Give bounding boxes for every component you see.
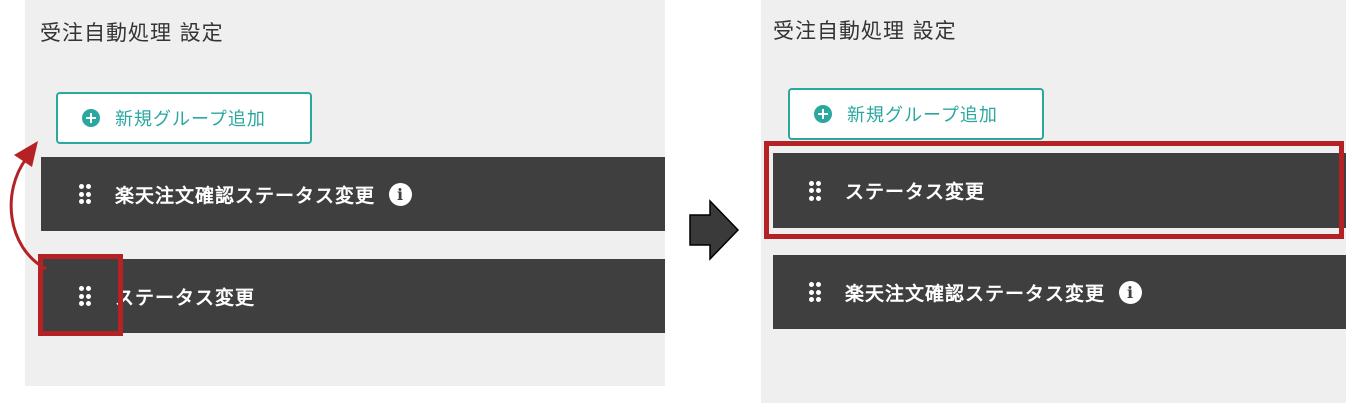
add-group-button[interactable]: 新規グループ追加 xyxy=(56,92,312,144)
group-label: ステータス変更 xyxy=(115,286,256,309)
group-label: 楽天注文確認ステータス変更 xyxy=(845,282,1106,305)
curved-arrow-icon xyxy=(9,141,47,271)
page-title: 受注自動処理 設定 xyxy=(773,19,957,43)
drag-handle-icon[interactable] xyxy=(809,180,821,201)
group-label: ステータス変更 xyxy=(845,181,986,203)
drag-handle-icon[interactable] xyxy=(809,282,821,302)
tutorial-canvas: 受注自動処理 設定 新規グループ追加 楽天注文確認ステータス変更 i ステータス… xyxy=(0,0,1346,403)
group-row-rakuten[interactable]: 楽天注文確認ステータス変更 i xyxy=(41,157,665,231)
add-group-button-label: 新規グループ追加 xyxy=(115,109,266,130)
settings-panel-after: 受注自動処理 設定 新規グループ追加 ステータス変更 楽天注文確認ステータス変更… xyxy=(761,0,1346,403)
info-icon[interactable]: i xyxy=(389,182,413,206)
plus-circle-icon xyxy=(814,105,832,123)
settings-panel-before: 受注自動処理 設定 新規グループ追加 楽天注文確認ステータス変更 i ステータス… xyxy=(25,0,665,386)
plus-circle-icon xyxy=(82,109,100,127)
drag-handle-icon[interactable] xyxy=(79,286,91,306)
group-row-status[interactable]: ステータス変更 xyxy=(773,153,1346,228)
add-group-button-label: 新規グループ追加 xyxy=(847,105,998,126)
right-arrow-icon xyxy=(689,199,740,261)
info-icon[interactable]: i xyxy=(1119,280,1143,304)
page-title: 受注自動処理 設定 xyxy=(40,21,224,45)
group-label: 楽天注文確認ステータス変更 xyxy=(115,184,376,207)
drag-handle-icon[interactable] xyxy=(79,184,91,204)
add-group-button[interactable]: 新規グループ追加 xyxy=(788,88,1044,140)
group-row-rakuten[interactable]: 楽天注文確認ステータス変更 i xyxy=(773,255,1346,329)
group-row-status[interactable]: ステータス変更 xyxy=(41,259,665,333)
